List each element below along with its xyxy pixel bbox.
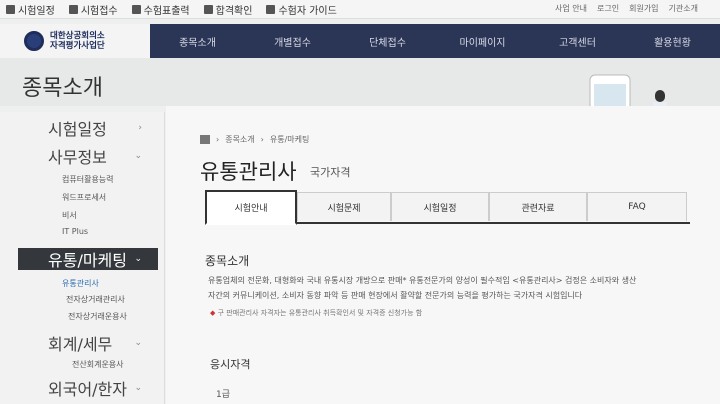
bullet-icon: ◆ [210, 309, 216, 317]
sidebar-sub-item[interactable]: 컴퓨터활용능력 [62, 174, 114, 185]
content-tabs: 시험안내 시험문제 시험일정 관련자료 FAQ [205, 190, 690, 225]
sidebar-sub-item[interactable]: 워드프로세서 [62, 192, 106, 203]
topbar-link-schedule[interactable]: 시험일정 [6, 2, 55, 17]
sidebar-sub-item[interactable]: 전자상거래관리사 [66, 294, 125, 305]
nav-item-intro[interactable]: 종목소개 [150, 24, 245, 58]
intro-paragraph: 유통업체의 전문화, 대형화와 국내 유통시장 개방으로 판매* 유통전문가의 … [208, 276, 637, 300]
chevron-down-icon: ⌄ [134, 383, 142, 393]
eligibility-grade: 1급 [216, 390, 231, 400]
tab-faq[interactable]: FAQ [587, 192, 687, 221]
page-title: 종목소개 [22, 76, 103, 101]
nav-item-group[interactable]: 단체접수 [340, 24, 435, 58]
util-link-about[interactable]: 기관소개 [669, 3, 698, 14]
nav-item-individual[interactable]: 개별접수 [245, 24, 340, 58]
document-icon [68, 5, 78, 14]
top-utility-bar: 시험일정 시험접수 수험표출력 합격확인 수험자 가이드 사업 안내 로그인 회… [0, 0, 720, 19]
main-navbar: 대한상공회의소 자격평가사업단 종목소개 개별접수 단체접수 마이페이지 고객센… [0, 24, 720, 58]
content-title: 유통관리사 [200, 160, 297, 184]
chevron-down-icon: ⌄ [134, 338, 142, 348]
certification-type-badge: 국가자격 [310, 166, 351, 179]
topbar-link-ticket[interactable]: 수험표출력 [131, 2, 190, 17]
home-icon[interactable] [200, 135, 210, 144]
nav-item-support[interactable]: 고객센터 [530, 24, 625, 58]
print-icon [131, 5, 141, 14]
sidebar-sub-item[interactable]: 전자상거래운용사 [68, 311, 127, 322]
logo-gear-icon [24, 31, 44, 51]
tab-exam-info[interactable]: 시험안내 [205, 190, 297, 225]
sidebar-sub-item[interactable]: IT Plus [62, 227, 88, 236]
tab-exam-schedule[interactable]: 시험일정 [391, 192, 489, 221]
util-link-business[interactable]: 사업 안내 [555, 3, 587, 14]
sidebar-sub-item[interactable]: 전산회계운용사 [72, 359, 124, 370]
calendar-icon [6, 5, 15, 14]
nav-item-usage[interactable]: 활용현황 [625, 24, 720, 58]
guide-icon [266, 5, 276, 14]
sidebar-sub-item[interactable]: 비서 [62, 210, 77, 221]
util-link-signup[interactable]: 회원가입 [629, 3, 658, 14]
topbar-link-result[interactable]: 합격확인 [203, 2, 252, 17]
topbar-link-apply[interactable]: 시험접수 [68, 2, 118, 17]
chevron-down-icon: ⌄ [134, 151, 142, 161]
chevron-right-icon: › [138, 123, 142, 133]
sidebar-item-schedule[interactable]: 시험일정 › [18, 118, 158, 139]
sidebar-item-language[interactable]: 외국어/한자 ⌄ [18, 378, 158, 399]
tab-related-data[interactable]: 관련자료 [489, 192, 587, 221]
intro-note: ◆ 구 판매관리사 자격자는 유통관리사 취득확인서 및 자격증 신청가능 함 [210, 309, 423, 317]
section-heading-eligibility: 응시자격 [210, 358, 251, 371]
sidebar-item-accounting[interactable]: 회계/세무 ⌄ [18, 333, 158, 354]
sidebar-item-retail[interactable]: 유통/마케팅 ⌄ [18, 248, 158, 270]
site-logo[interactable]: 대한상공회의소 자격평가사업단 [0, 24, 150, 58]
chevron-down-icon: ⌄ [134, 254, 142, 264]
breadcrumb: › 종목소개 › 유통/마케팅 [200, 134, 309, 145]
nav-item-mypage[interactable]: 마이페이지 [435, 24, 530, 58]
topbar-link-guide[interactable]: 수험자 가이드 [266, 2, 337, 17]
tab-exam-questions[interactable]: 시험문제 [297, 192, 391, 221]
util-link-login[interactable]: 로그인 [597, 3, 619, 14]
sidebar-sub-item-active[interactable]: 유통관리사 [62, 278, 99, 289]
sidebar-item-office[interactable]: 사무정보 ⌄ [18, 146, 158, 167]
section-heading-intro: 종목소개 [205, 254, 250, 268]
check-icon [203, 5, 213, 14]
